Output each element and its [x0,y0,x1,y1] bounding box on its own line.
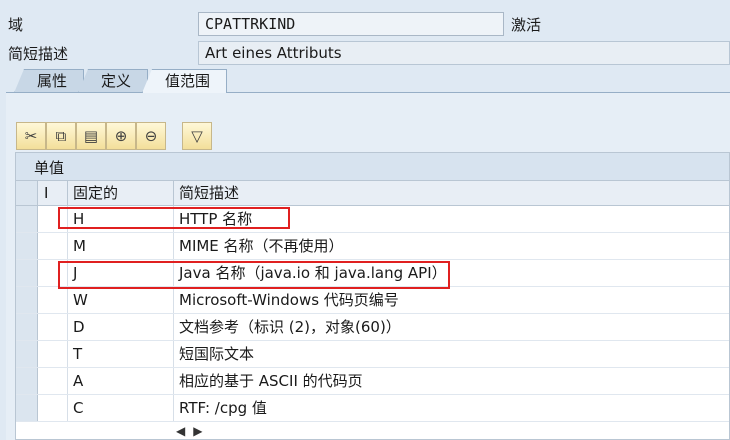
fixed-value[interactable]: C [68,395,174,421]
row-selector[interactable] [16,395,38,421]
horizontal-scroll[interactable]: ◀ ▶ [176,424,216,440]
single-values-table: 单值 I 固定的 简短描述 H HTTP 名称 M MIME 名称（不再使用） … [15,152,730,440]
fixed-value[interactable]: W [68,287,174,313]
paste-icon[interactable]: ▤ [76,122,106,150]
domain-label: 域 [8,16,24,34]
highlight-row-j [58,261,450,289]
fixed-value[interactable]: T [68,341,174,367]
row-selector[interactable] [16,206,38,232]
filter-icon[interactable]: ▽ [182,122,212,150]
copy-icon[interactable]: ⧉ [46,122,76,150]
row-selector[interactable] [16,341,38,367]
table-row[interactable]: W Microsoft-Windows 代码页编号 [16,287,729,314]
value-description[interactable]: Microsoft-Windows 代码页编号 [174,287,729,313]
status-text: 激活 [511,16,542,34]
short-desc-field[interactable]: Art eines Attributs [198,41,730,65]
fixed-value[interactable]: M [68,233,174,259]
tab-attributes[interactable]: 属性 [14,69,85,93]
value-description[interactable]: 相应的基于 ASCII 的代码页 [174,368,729,394]
domain-field[interactable]: CPATTRKIND [198,12,504,36]
col-fixed-header[interactable]: 固定的 [68,181,174,205]
row-selector[interactable] [16,287,38,313]
table-header: I 固定的 简短描述 [16,181,729,206]
table-row[interactable]: M MIME 名称（不再使用） [16,233,729,260]
row-selector[interactable] [16,260,38,286]
tab-definition[interactable]: 定义 [78,69,149,93]
scroll-left-icon[interactable]: ◀ [176,424,185,440]
table-toolbar: ✂ ⧉ ▤ ⊕ ⊖ ▽ [16,122,212,150]
short-desc-label: 简短描述 [8,45,69,63]
table-row[interactable]: C RTF: /cpg 值 [16,395,729,422]
table-title: 单值 [16,153,729,181]
tab-value-range[interactable]: 值范围 [142,69,228,93]
col-i-header[interactable]: I [38,181,68,205]
scroll-right-icon[interactable]: ▶ [193,424,202,440]
select-all-handle[interactable] [16,181,38,205]
cut-icon[interactable]: ✂ [16,122,46,150]
col-desc-header[interactable]: 简短描述 [174,181,729,205]
value-description[interactable]: MIME 名称（不再使用） [174,233,729,259]
fixed-value[interactable]: D [68,314,174,340]
value-description[interactable]: 文档参考（标识 (2)，对象(60)） [174,314,729,340]
row-selector[interactable] [16,368,38,394]
row-selector[interactable] [16,233,38,259]
table-row[interactable]: A 相应的基于 ASCII 的代码页 [16,368,729,395]
row-selector[interactable] [16,314,38,340]
table-row[interactable]: T 短国际文本 [16,341,729,368]
highlight-row-h [58,207,290,229]
fixed-value[interactable]: A [68,368,174,394]
insert-row-icon[interactable]: ⊕ [106,122,136,150]
table-row[interactable]: D 文档参考（标识 (2)，对象(60)） [16,314,729,341]
value-description[interactable]: 短国际文本 [174,341,729,367]
tab-strip: 属性 定义 值范围 [14,69,228,93]
delete-row-icon[interactable]: ⊖ [136,122,166,150]
value-description[interactable]: RTF: /cpg 值 [174,395,729,421]
